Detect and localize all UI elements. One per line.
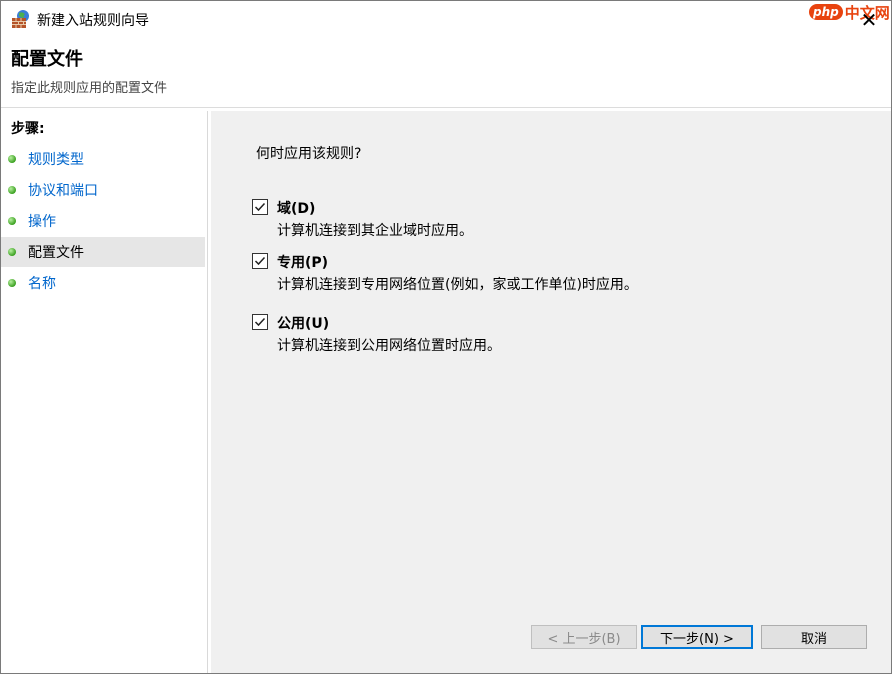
public-label[interactable]: 公用(U) [277,313,329,333]
steps-sidebar: 步骤: 规则类型 协议和端口 操作 配置文件 名称 [1,111,208,673]
watermark-logo: php [809,4,843,20]
checkmark-icon [254,256,266,266]
back-button[interactable]: < 上一步(B) [531,625,637,649]
title-bar: 新建入站规则向导 php 中文网 ✕ [1,1,891,37]
status-dot-icon [8,248,16,256]
firewall-icon [11,9,31,29]
main-content: 何时应用该规则? 域(D) 计算机连接到其企业域时应用。 专用(P) 计算机连接… [211,111,891,673]
private-description: 计算机连接到专用网络位置(例如，家或工作单位)时应用。 [277,277,638,293]
page-title: 配置文件 [11,49,83,70]
close-button[interactable]: ✕ [849,5,889,35]
sidebar-item-label: 协议和端口 [28,183,98,199]
sidebar-item-label: 配置文件 [28,245,84,261]
close-icon: ✕ [860,8,878,32]
domain-checkbox[interactable] [252,199,268,215]
checkmark-icon [254,317,266,327]
steps-title: 步骤: [11,121,45,137]
sidebar-item-label: 规则类型 [28,152,84,168]
domain-label[interactable]: 域(D) [277,198,315,218]
sidebar-item-rule-type[interactable]: 规则类型 [1,144,205,174]
wizard-window: 新建入站规则向导 php 中文网 ✕ 配置文件 指定此规则应用的配置文件 步骤:… [0,0,892,674]
public-checkbox[interactable] [252,314,268,330]
sidebar-item-action[interactable]: 操作 [1,206,205,236]
question-text: 何时应用该规则? [256,146,362,162]
private-label[interactable]: 专用(P) [277,252,328,272]
sidebar-item-profile[interactable]: 配置文件 [1,237,205,267]
checkmark-icon [254,202,266,212]
sidebar-item-name[interactable]: 名称 [1,268,205,298]
wizard-header: 配置文件 指定此规则应用的配置文件 [1,37,891,107]
sidebar-item-protocol-port[interactable]: 协议和端口 [1,175,205,205]
status-dot-icon [8,217,16,225]
public-description: 计算机连接到公用网络位置时应用。 [277,338,501,354]
next-button[interactable]: 下一步(N) > [641,625,753,649]
private-checkbox[interactable] [252,253,268,269]
sidebar-item-label: 操作 [28,214,56,230]
status-dot-icon [8,155,16,163]
status-dot-icon [8,186,16,194]
sidebar-item-label: 名称 [28,276,56,292]
cancel-button[interactable]: 取消 [761,625,867,649]
header-divider [1,107,891,108]
status-dot-icon [8,279,16,287]
window-title: 新建入站规则向导 [37,13,149,29]
domain-description: 计算机连接到其企业域时应用。 [277,223,473,239]
page-subtitle: 指定此规则应用的配置文件 [11,81,168,96]
